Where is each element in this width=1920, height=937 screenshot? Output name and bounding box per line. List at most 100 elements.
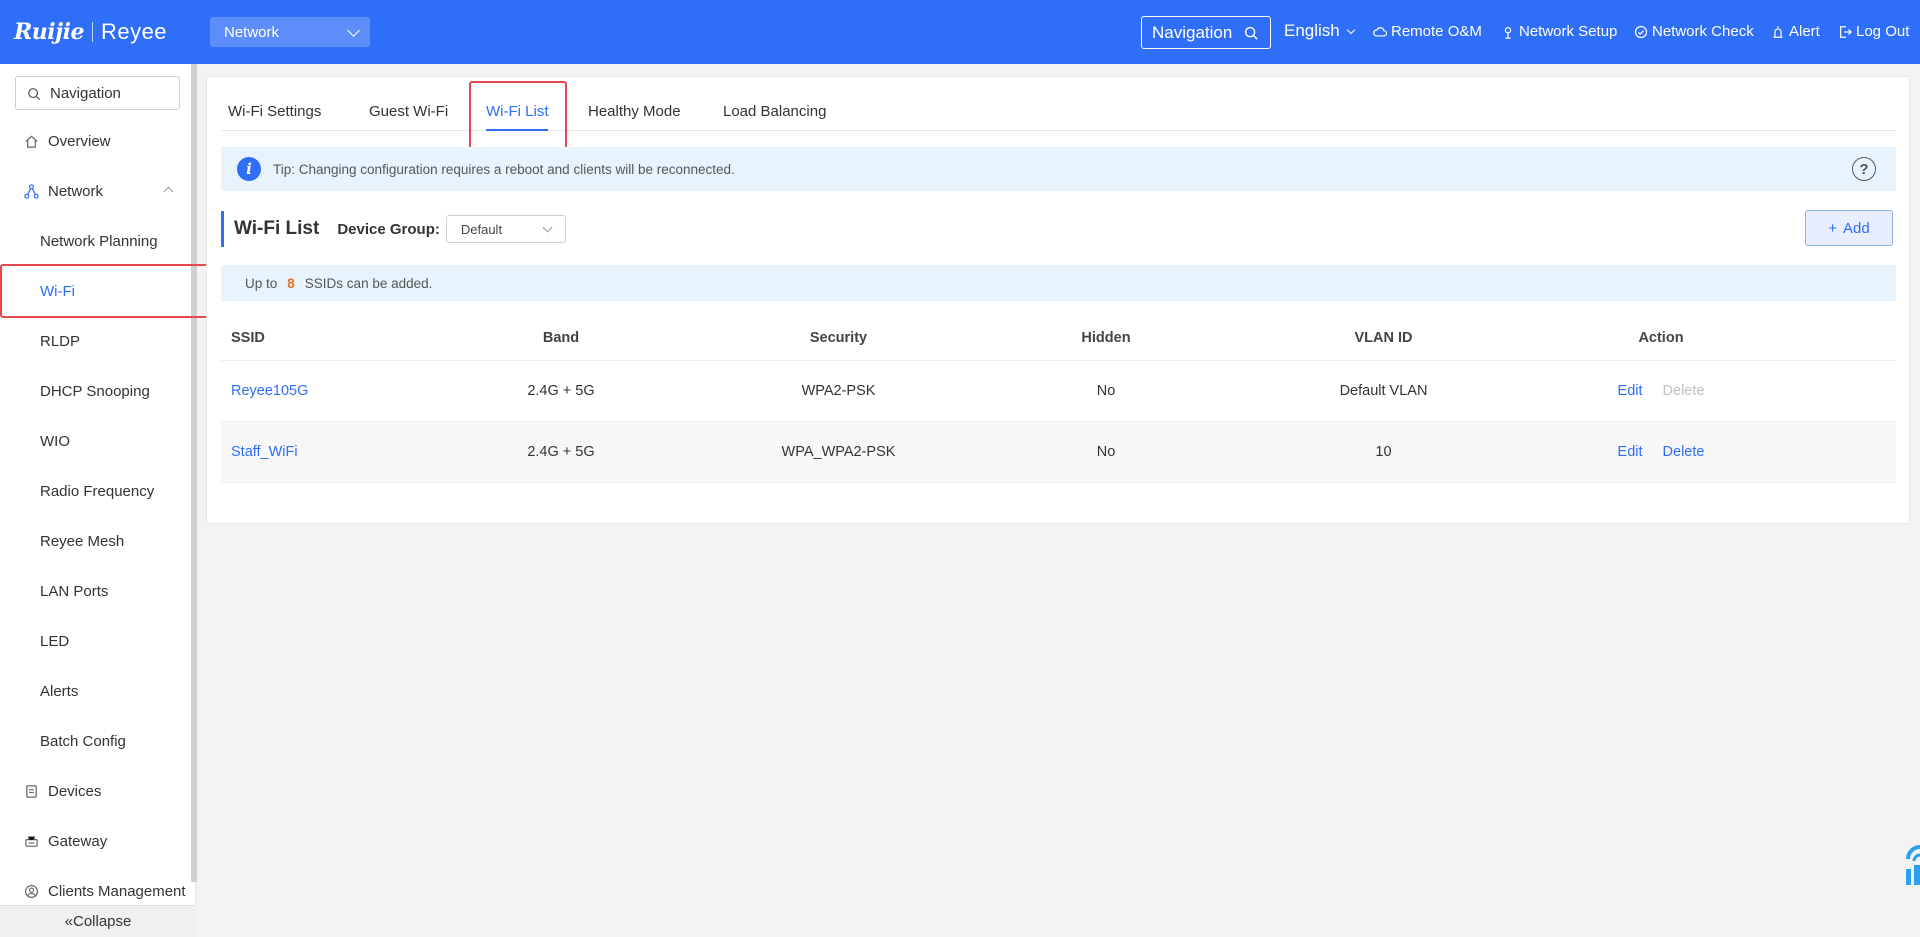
sidebar-search-input[interactable]: Navigation xyxy=(15,76,180,110)
device-group-label: Device Group: xyxy=(337,220,440,238)
limit-number: 8 xyxy=(287,275,295,291)
collapse-button[interactable]: «Collapse xyxy=(0,905,196,937)
ssid-link[interactable]: Staff_WiFi xyxy=(221,444,371,460)
sidebar-item-reyee-mesh[interactable]: Reyee Mesh xyxy=(0,526,196,556)
sidebar-item-rldp[interactable]: RLDP xyxy=(0,326,196,356)
ssid-limit-banner: Up to 8 SSIDs can be added. xyxy=(221,265,1896,301)
sidebar-item-label: Reyee Mesh xyxy=(40,532,125,550)
brand-divider xyxy=(91,22,93,42)
tip-banner: i Tip: Changing configuration requires a… xyxy=(221,147,1896,191)
tip-text: Tip: Changing configuration requires a r… xyxy=(273,161,735,177)
limit-suffix: SSIDs can be added. xyxy=(304,275,433,291)
help-icon[interactable]: ? xyxy=(1852,157,1876,181)
tab-wifi-settings[interactable]: Wi-Fi Settings xyxy=(228,103,321,120)
wifi-list-header: Wi-Fi List Device Group: Default xyxy=(221,211,566,247)
action-cell: Edit Delete xyxy=(1481,383,1841,399)
sidebar-item-wio[interactable]: WIO xyxy=(0,426,196,456)
sidebar-item-network-planning[interactable]: Network Planning xyxy=(0,226,196,256)
sidebar-item-led[interactable]: LED xyxy=(0,626,196,656)
device-group-select[interactable]: Default xyxy=(445,215,566,243)
chevron-down-icon xyxy=(1346,25,1356,34)
brand-ruijie: Ruijie xyxy=(14,19,84,45)
sidebar-item-label: Batch Config xyxy=(40,732,126,750)
language-label: English xyxy=(1284,21,1340,40)
info-icon: i xyxy=(237,157,261,181)
sidebar-item-network[interactable]: Network xyxy=(0,176,196,206)
network-setup-link[interactable]: Network Setup xyxy=(1501,23,1617,40)
network-check-label: Network Check xyxy=(1652,23,1754,40)
home-icon xyxy=(25,135,38,148)
ssid-link[interactable]: Reyee105G xyxy=(221,383,371,399)
top-bar: Ruijie Reyee Network Navigation English … xyxy=(0,0,1920,64)
action-cell: Edit Delete xyxy=(1481,444,1841,460)
delete-button: Delete xyxy=(1662,383,1705,399)
sidebar-item-label: WIO xyxy=(40,432,70,450)
sidebar-item-gateway[interactable]: Gateway xyxy=(0,826,196,856)
chevron-down-icon xyxy=(347,24,360,37)
network-icon xyxy=(24,184,39,199)
sidebar-item-label: RLDP xyxy=(40,332,81,350)
edit-button[interactable]: Edit xyxy=(1618,444,1643,460)
sidebar-item-overview[interactable]: Overview xyxy=(0,126,196,156)
security-cell: WPA_WPA2-PSK xyxy=(781,444,896,460)
sidebar-item-label: Alerts xyxy=(40,682,79,700)
language-select[interactable]: English xyxy=(1284,21,1356,41)
sidebar: Navigation Overview Network Network Plan… xyxy=(0,64,197,937)
table-row: Staff_WiFi 2.4G + 5G WPA_WPA2-PSK No 10 … xyxy=(221,422,1896,483)
edit-button[interactable]: Edit xyxy=(1618,383,1643,399)
table-header-row: SSID Band Security Hidden VLAN ID Action xyxy=(221,315,1896,361)
tab-guest-wifi[interactable]: Guest Wi-Fi xyxy=(369,103,448,120)
alert-link[interactable]: Alert xyxy=(1771,23,1820,40)
add-ssid-button[interactable]: + Add xyxy=(1805,210,1893,246)
alert-icon xyxy=(1773,25,1783,38)
sidebar-item-label: Clients Management xyxy=(48,882,186,900)
delete-button[interactable]: Delete xyxy=(1663,444,1705,460)
tab-healthy-mode[interactable]: Healthy Mode xyxy=(588,103,681,120)
search-icon xyxy=(28,88,41,101)
alert-label: Alert xyxy=(1789,23,1820,40)
sidebar-item-label: LED xyxy=(40,632,70,650)
col-header-band: Band xyxy=(542,329,580,346)
setup-icon xyxy=(1504,26,1512,39)
tab-load-balancing[interactable]: Load Balancing xyxy=(723,103,826,120)
sidebar-item-radio-frequency[interactable]: Radio Frequency xyxy=(0,476,196,506)
tab-bar: Wi-Fi Settings Guest Wi-Fi Wi-Fi List He… xyxy=(221,77,1896,155)
remote-om-link[interactable]: Remote O&M xyxy=(1373,23,1482,40)
sidebar-item-dhcp-snooping[interactable]: DHCP Snooping xyxy=(0,376,196,406)
table-row: Reyee105G 2.4G + 5G WPA2-PSK No Default … xyxy=(221,361,1896,422)
sidebar-item-devices[interactable]: Devices xyxy=(0,776,196,806)
chevron-up-icon xyxy=(163,186,174,197)
hidden-cell: No xyxy=(1096,444,1116,460)
highlight-box-wifi-list-tab xyxy=(469,81,567,155)
limit-prefix: Up to xyxy=(245,275,278,291)
sidebar-item-label: Gateway xyxy=(48,832,108,850)
col-header-ssid: SSID xyxy=(231,329,265,346)
network-setup-label: Network Setup xyxy=(1519,23,1618,40)
logout-link[interactable]: Log Out xyxy=(1838,23,1909,40)
devices-icon xyxy=(26,785,37,798)
band-cell: 2.4G + 5G xyxy=(527,444,595,460)
sidebar-item-clients-management[interactable]: Clients Management xyxy=(0,876,196,906)
device-group-value: Default xyxy=(460,221,503,237)
security-cell: WPA2-PSK xyxy=(801,383,876,399)
sidebar-item-batch-config[interactable]: Batch Config xyxy=(0,726,196,756)
sidebar-item-label: Overview xyxy=(48,132,111,150)
check-icon xyxy=(1634,25,1648,38)
sidebar-item-label: Devices xyxy=(48,782,102,800)
title-accent-bar xyxy=(221,211,224,247)
navigation-search-button[interactable]: Navigation xyxy=(1141,16,1271,49)
sidebar-item-alerts[interactable]: Alerts xyxy=(0,676,196,706)
gateway-icon xyxy=(25,836,38,847)
chevron-down-icon xyxy=(542,222,553,233)
logout-label: Log Out xyxy=(1856,23,1910,40)
sidebar-item-lan-ports[interactable]: LAN Ports xyxy=(0,576,196,606)
network-select[interactable]: Network xyxy=(210,17,370,47)
wifi-card: Wi-Fi Settings Guest Wi-Fi Wi-Fi List He… xyxy=(206,76,1910,524)
vlan-cell: Default VLAN xyxy=(1339,383,1428,399)
plus-icon: + xyxy=(1828,219,1838,237)
assistant-widget-icon[interactable] xyxy=(1900,843,1920,891)
col-header-hidden: Hidden xyxy=(1081,329,1131,346)
section-title: Wi-Fi List xyxy=(234,218,320,239)
brand-logo: Ruijie Reyee xyxy=(14,18,167,46)
network-check-link[interactable]: Network Check xyxy=(1634,23,1754,40)
